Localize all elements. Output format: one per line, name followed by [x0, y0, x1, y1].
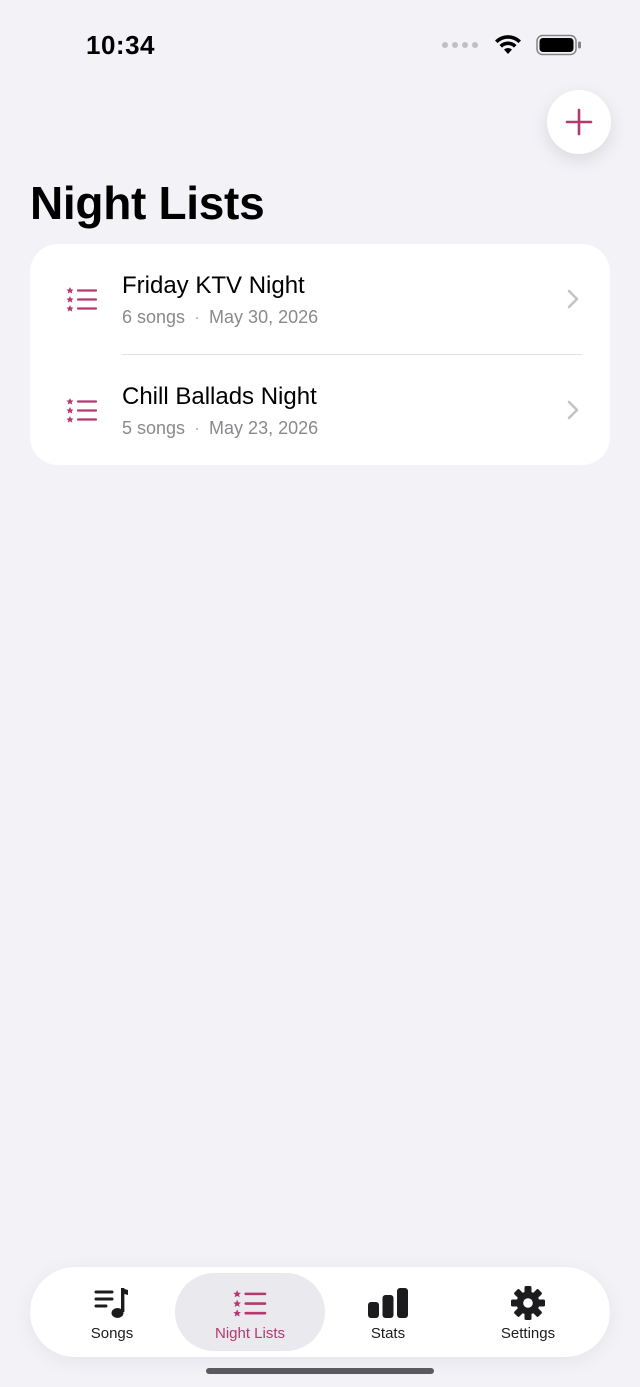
night-list-title: Friday KTV Night: [122, 272, 305, 299]
battery-icon: [536, 34, 581, 56]
status-icons: [442, 34, 582, 56]
song-count: 5 songs: [122, 418, 186, 438]
add-night-list-button[interactable]: [547, 90, 611, 154]
wifi-icon: [495, 35, 521, 54]
plus-icon: [565, 108, 593, 136]
star-list-icon: [233, 1290, 267, 1317]
tab-stats[interactable]: Stats: [313, 1273, 463, 1351]
tab-label: Night Lists: [214, 1325, 286, 1342]
night-list-title: Chill Ballads Night: [122, 383, 317, 410]
tab-night-lists[interactable]: Night Lists: [175, 1273, 325, 1351]
night-lists-card: Friday KTV Night 6 songs · May 30, 2026 Ch…: [30, 244, 610, 465]
night-list-row[interactable]: Chill Ballads Night 5 songs · May 23, 2026: [30, 355, 610, 465]
tab-songs[interactable]: Songs: [37, 1273, 187, 1351]
night-list-meta: 5 songs · May 23, 2026: [122, 418, 318, 439]
star-list-icon: [66, 287, 98, 312]
cellular-signal-icon: [442, 42, 478, 48]
gear-icon: [511, 1286, 545, 1320]
meta-separator: ·: [194, 418, 201, 438]
night-list-meta: 6 songs · May 30, 2026: [122, 307, 318, 328]
star-list-icon: [66, 398, 98, 423]
tab-label: Songs: [90, 1325, 134, 1342]
home-indicator[interactable]: [206, 1368, 434, 1374]
status-time: 10:34: [86, 30, 155, 60]
page-title: Night Lists: [30, 177, 265, 229]
tab-bar: Songs Night Lists Stats Settings: [30, 1267, 610, 1357]
bar-chart-icon: [368, 1288, 408, 1318]
chevron-right-icon: [567, 400, 579, 420]
tab-label: Settings: [500, 1325, 556, 1342]
meta-separator: ·: [194, 307, 201, 327]
night-list-row[interactable]: Friday KTV Night 6 songs · May 30, 2026: [30, 244, 610, 354]
chevron-right-icon: [567, 289, 579, 309]
tab-settings[interactable]: Settings: [453, 1273, 603, 1351]
music-list-icon: [94, 1288, 128, 1318]
tab-label: Stats: [370, 1325, 406, 1342]
night-list-date: May 23, 2026: [209, 418, 319, 438]
status-bar: 10:34: [0, 0, 640, 95]
night-list-date: May 30, 2026: [209, 307, 319, 327]
song-count: 6 songs: [122, 307, 186, 327]
